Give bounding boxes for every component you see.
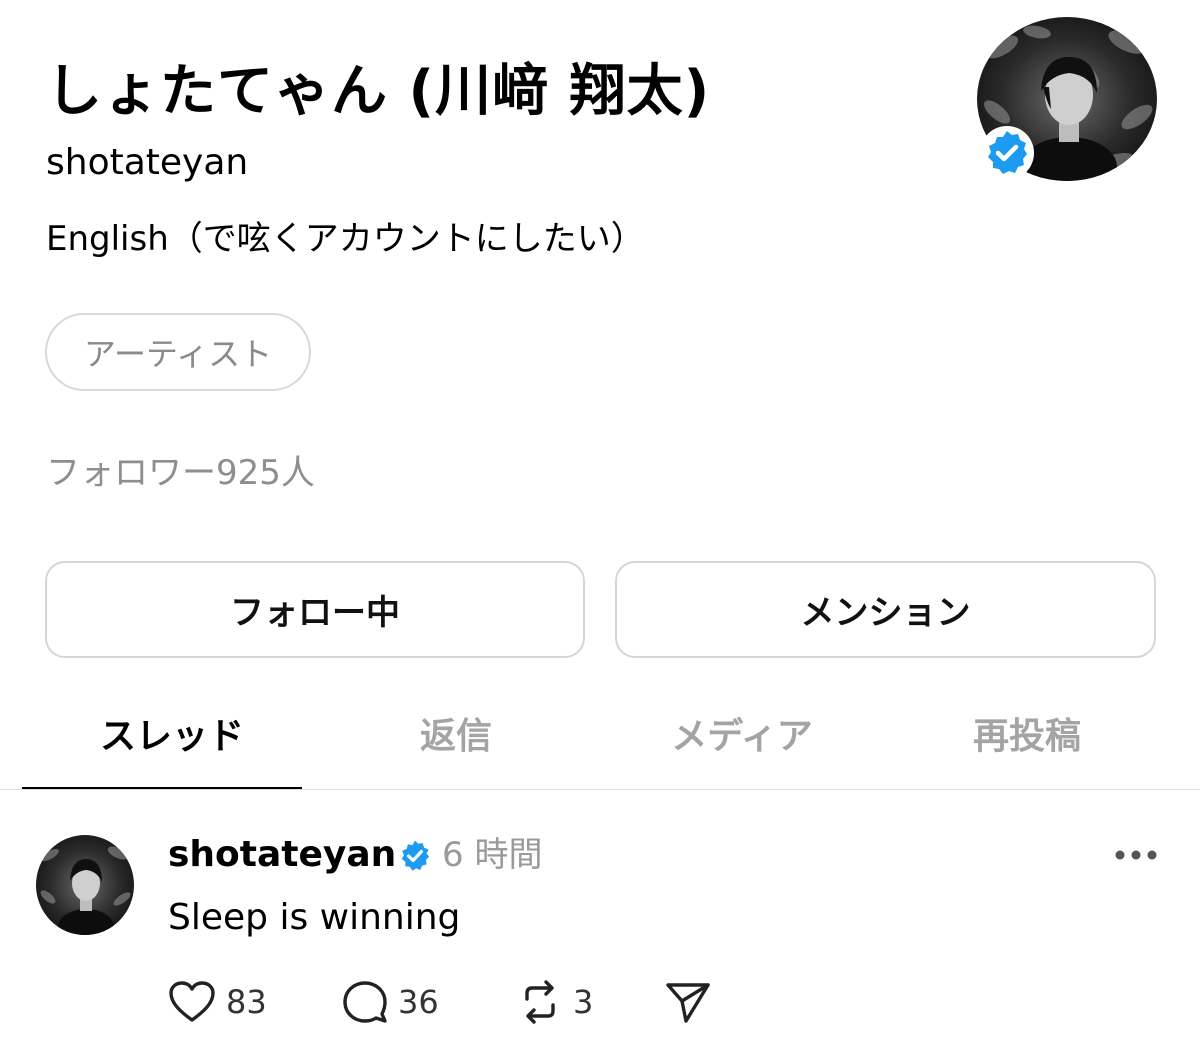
reply-button[interactable]: 36 — [342, 970, 439, 1034]
profile-display-name: しょたてゃん (川﨑 翔太) — [46, 59, 711, 124]
comment-icon — [343, 981, 387, 1023]
more-horizontal-icon[interactable] — [1108, 835, 1164, 875]
send-icon — [666, 983, 710, 1023]
repost-button[interactable]: 3 — [517, 970, 593, 1034]
post-actions: 83 36 3 — [0, 970, 1200, 1034]
profile-bio: English（で呟くアカウントにしたい） — [46, 219, 645, 259]
tab-threads[interactable]: スレッド — [22, 710, 322, 764]
divider — [0, 789, 1200, 790]
followers-count[interactable]: フォロワー925人 — [46, 450, 315, 496]
profile-handle: shotateyan — [46, 142, 249, 183]
profile-tabs: スレッド 返信 メディア 再投稿 — [0, 690, 1200, 790]
profile-tag-chip[interactable]: アーティスト — [45, 313, 311, 391]
following-button[interactable]: フォロー中 — [45, 561, 585, 658]
share-button[interactable] — [664, 970, 712, 1034]
avatar-image — [36, 835, 134, 935]
verified-badge-icon — [979, 125, 1035, 181]
profile-page: しょたてゃん (川﨑 翔太) shotateyan English（で呟くアカウ… — [0, 0, 1200, 1050]
like-button[interactable]: 83 — [168, 970, 267, 1034]
post-timestamp: 6 時間 — [442, 835, 543, 875]
like-count: 83 — [226, 983, 267, 1021]
post-avatar[interactable] — [36, 835, 134, 935]
post-username[interactable]: shotateyan — [168, 830, 396, 880]
post-text: Sleep is winning — [168, 897, 461, 938]
tab-reposts[interactable]: 再投稿 — [877, 710, 1177, 764]
repost-icon — [525, 980, 555, 1024]
reply-count: 36 — [398, 983, 439, 1021]
repost-count: 3 — [573, 983, 594, 1021]
tab-replies[interactable]: 返信 — [306, 710, 606, 764]
tab-media[interactable]: メディア — [592, 710, 892, 764]
heart-icon — [169, 981, 215, 1022]
mention-button[interactable]: メンション — [615, 561, 1156, 658]
verified-badge-icon — [397, 838, 433, 874]
